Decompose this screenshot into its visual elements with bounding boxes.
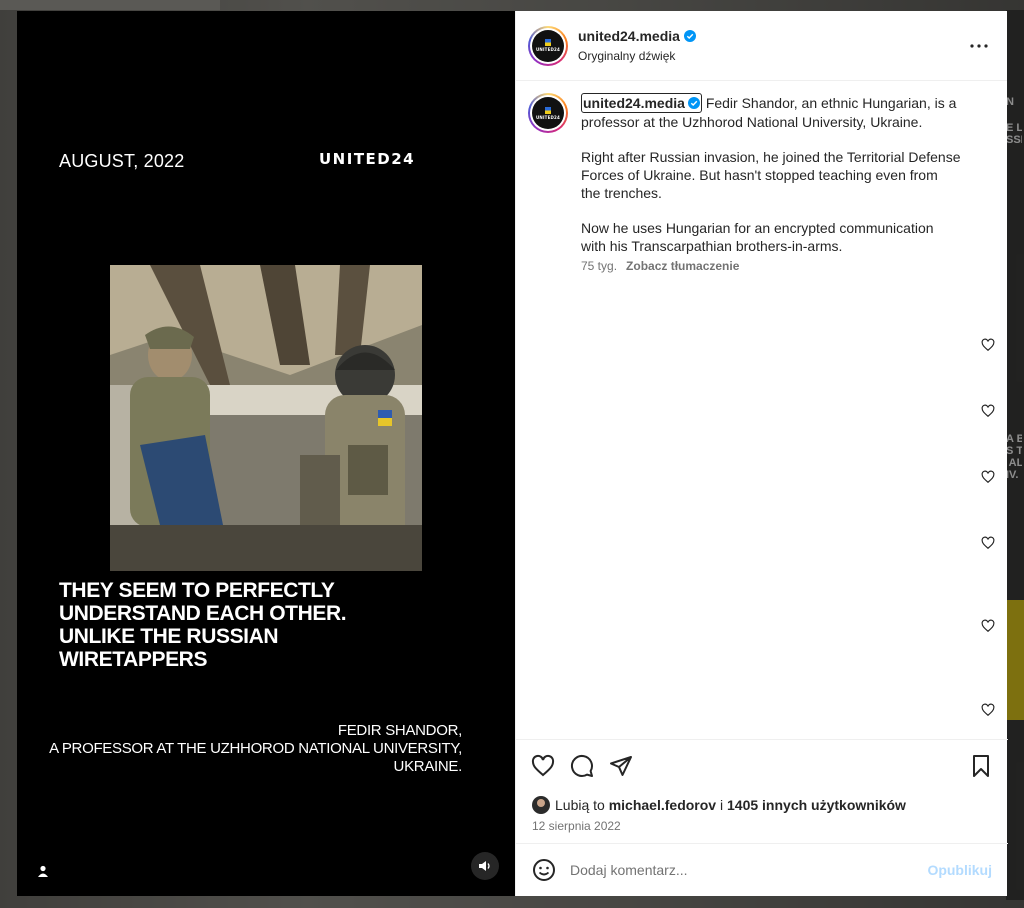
caption-paragraph: Now he uses Hungarian for an encrypted c… xyxy=(581,220,934,254)
post-caption: united24.media Fedir Shandor, an ethnic … xyxy=(581,93,961,259)
caption-author-avatar[interactable]: UNITED24 xyxy=(528,93,568,133)
post-comment-button[interactable]: Opublikuj xyxy=(927,862,992,878)
video-frame-image xyxy=(110,265,422,571)
audio-toggle-button[interactable] xyxy=(471,852,499,880)
comment-like-icon[interactable] xyxy=(981,404,995,418)
liker-username[interactable]: michael.fedorov xyxy=(609,797,716,813)
tagged-users-button[interactable] xyxy=(34,862,52,880)
comment-like-icon[interactable] xyxy=(981,536,995,550)
caption-author-link[interactable]: united24.media xyxy=(581,93,702,113)
post-header: UNITED24 united24.media Oryginalny dźwię… xyxy=(516,11,1007,81)
video-headline: THEY SEEM TO PERFECTLY UNDERSTAND EACH O… xyxy=(59,579,347,671)
audio-source-label[interactable]: Oryginalny dźwięk xyxy=(578,49,696,63)
likes-prefix: Lubią to xyxy=(555,797,605,813)
liker-avatar[interactable] xyxy=(532,796,550,814)
likes-connector: i xyxy=(719,797,724,813)
more-options-button[interactable] xyxy=(969,36,989,56)
caption-meta: 75 tyg. Zobacz tłumaczenie xyxy=(581,259,988,273)
caption-paragraph: Right after Russian invasion, he joined … xyxy=(581,149,961,201)
video-caption-line: FEDIR SHANDOR, xyxy=(337,722,462,739)
video-caption: FEDIR SHANDOR, A PROFESSOR AT THE UZHHOR… xyxy=(22,722,462,776)
video-caption-line: A PROFESSOR AT THE UZHHOROD NATIONAL UNI… xyxy=(49,740,462,757)
avatar-label: UNITED24 xyxy=(535,114,561,120)
likes-summary: Lubią to michael.fedorov i 1405 innych u… xyxy=(532,796,906,814)
author-avatar[interactable]: UNITED24 xyxy=(528,25,568,66)
post-details-panel: UNITED24 united24.media Oryginalny dźwię… xyxy=(515,11,1008,896)
emoji-icon[interactable] xyxy=(532,858,556,882)
user-icon xyxy=(38,865,48,877)
comment-icon[interactable] xyxy=(570,754,594,778)
post-actions: Lubią to michael.fedorov i 1405 innych u… xyxy=(516,739,1008,859)
post-caption-section: UNITED24 united24.media Fedir Shandor, a… xyxy=(528,93,988,273)
video-brand-logo: UNITED24 xyxy=(319,150,416,168)
share-icon[interactable] xyxy=(609,754,633,778)
video-caption-line: UKRAINE. xyxy=(393,758,463,775)
ellipsis-icon xyxy=(970,44,988,48)
verified-icon xyxy=(683,30,696,42)
comment-like-icon[interactable] xyxy=(981,703,995,717)
post-date[interactable]: 12 sierpnia 2022 xyxy=(532,819,621,833)
verified-icon xyxy=(687,97,700,109)
likes-count-link[interactable]: 1405 innych użytkowników xyxy=(727,797,906,813)
post-age[interactable]: 75 tyg. xyxy=(581,259,617,273)
caption-author-name[interactable]: united24.media xyxy=(583,94,685,112)
post-video[interactable]: AUGUST, 2022 UNITED24 THEY SEEM TO PERFE… xyxy=(17,11,515,896)
author-username-text[interactable]: united24.media xyxy=(578,28,680,44)
comment-like-icon[interactable] xyxy=(981,619,995,633)
comment-like-icon[interactable] xyxy=(981,338,995,352)
like-icon[interactable] xyxy=(531,754,555,778)
bookmark-icon[interactable] xyxy=(969,754,993,778)
video-date: AUGUST, 2022 xyxy=(59,151,185,171)
author-username[interactable]: united24.media xyxy=(578,28,696,44)
speaker-icon xyxy=(479,861,490,871)
avatar-label: UNITED24 xyxy=(535,47,561,52)
see-translation-link[interactable]: Zobacz tłumaczenie xyxy=(626,259,739,273)
comment-bar: Dodaj komentarz... Opublikuj xyxy=(516,843,1008,896)
comment-input[interactable]: Dodaj komentarz... xyxy=(570,862,910,878)
comment-like-icon[interactable] xyxy=(981,470,995,484)
post-modal: AUGUST, 2022 UNITED24 THEY SEEM TO PERFE… xyxy=(17,11,1008,896)
